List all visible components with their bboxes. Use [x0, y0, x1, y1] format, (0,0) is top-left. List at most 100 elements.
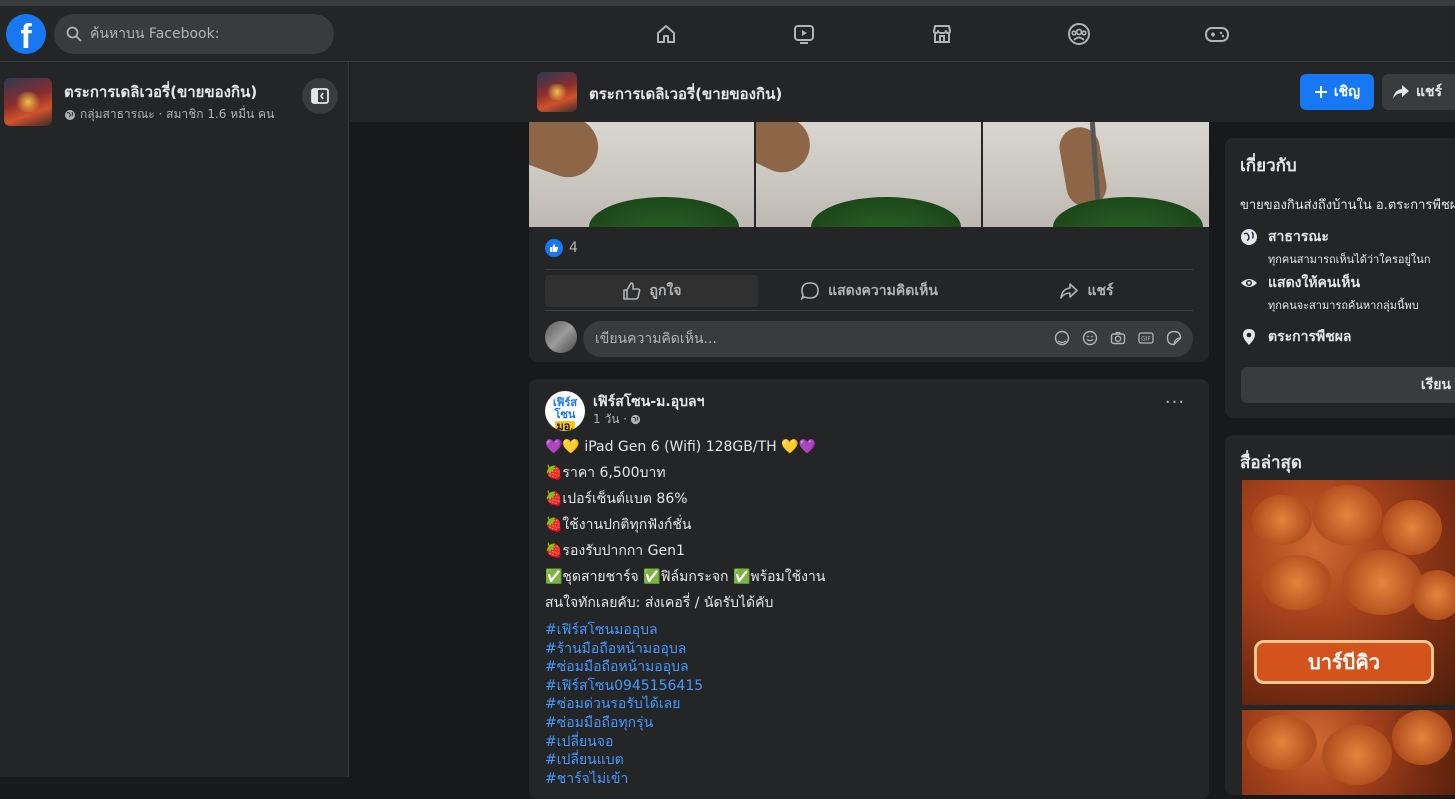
hashtag-link[interactable]: #ซ่อมมือถือทุกรุ่น — [545, 714, 1193, 733]
post-body: 💜💛 iPad Gen 6 (Wifi) 128GB/TH 💛💜 🍓ราคา 6… — [545, 437, 1193, 788]
globe-icon — [65, 109, 75, 120]
like-button[interactable]: ถูกใจ — [545, 275, 758, 307]
privacy-desc: ทุกคนสามารถเห็นได้ว่าใครอยู่ในก — [1268, 253, 1431, 266]
group-header-title: ตระการเดลิเวอรี่(ขายของกิน) — [589, 85, 783, 103]
media-thumbnail[interactable]: บาร์บีคิว — [1242, 480, 1455, 705]
recent-media-heading: สื่อล่าสุด — [1240, 453, 1302, 473]
avatar-sticker-icon[interactable] — [1053, 329, 1071, 347]
facebook-logo[interactable]: f — [6, 14, 46, 54]
groups-icon[interactable] — [1065, 20, 1093, 48]
hand-shape — [529, 122, 607, 186]
comment-label: แสดงความคิดเห็น — [828, 283, 938, 299]
hashtag-link[interactable]: #ชาร์จไม่เข้า — [545, 770, 1193, 789]
comment-bubble-icon — [800, 282, 819, 301]
post-line: 💜💛 iPad Gen 6 (Wifi) 128GB/TH 💛💜 — [545, 439, 816, 455]
share-action-label: แชร์ — [1087, 283, 1114, 299]
comment-placeholder: เขียนความคิดเห็น... — [595, 331, 717, 347]
like-reaction-icon — [545, 239, 563, 257]
food-shape — [1262, 555, 1332, 610]
food-shape — [1252, 495, 1312, 545]
sidebar-toggle-icon — [311, 88, 329, 104]
food-shape — [1312, 485, 1382, 545]
hashtag-link[interactable]: #ซ่อมมือถือหน้ามออุบล — [545, 658, 1193, 677]
comment-button[interactable]: แสดงความคิดเห็น — [758, 275, 980, 307]
gaming-icon[interactable] — [1203, 20, 1231, 48]
hashtag-link[interactable]: #เฟิร์สโซน0945156415 — [545, 677, 1193, 696]
visibility-desc: ทุกคนจะสามารถค้นหากลุ่มนี้พบ — [1268, 299, 1419, 312]
recent-media-card: สื่อล่าสุด บาร์บีคิว — [1225, 435, 1455, 795]
svg-text:GIF: GIF — [1141, 336, 1151, 343]
privacy-info: สาธารณะ ทุกคนสามารถเห็นได้ว่าใครอยู่ในก — [1240, 226, 1430, 268]
food-shape — [1412, 570, 1455, 620]
post-line: 🍓ราคา 6,500บาท — [545, 465, 666, 481]
gif-icon[interactable]: GIF — [1137, 329, 1155, 347]
share-group-button[interactable]: แชร์ — [1382, 74, 1455, 110]
bbq-sign: บาร์บีคิว — [1254, 640, 1434, 684]
hashtag-link[interactable]: #ร้านมือถือหน้ามออุบล — [545, 640, 1193, 659]
plus-icon — [1314, 86, 1327, 98]
about-heading: เกี่ยวกับ — [1240, 156, 1297, 176]
post-options-button[interactable]: ··· — [1163, 394, 1187, 419]
search-input[interactable] — [90, 26, 310, 42]
share-button[interactable]: แชร์ — [980, 275, 1193, 307]
hashtag-link[interactable]: #เปลี่ยนจอ — [545, 733, 1193, 752]
post-meta: 1 วัน · — [593, 410, 641, 429]
food-shape — [1342, 550, 1422, 615]
public-globe-icon — [630, 414, 641, 425]
marketplace-icon[interactable] — [928, 20, 956, 48]
location-name[interactable]: ตระการพืชผล — [1268, 326, 1352, 348]
eye-icon — [1241, 279, 1257, 287]
hashtag-link[interactable]: #เปลี่ยนแบต — [545, 751, 1193, 770]
sticker-icon[interactable] — [1165, 329, 1183, 347]
post-line: ✅ชุดสายชาร์จ ✅ฟิล์มกระจก ✅พร้อมใช้งาน — [545, 569, 826, 585]
hashtag-link[interactable]: #ซ่อมด่วนรอรับได้เลย — [545, 695, 1193, 714]
post-photo[interactable] — [983, 122, 1209, 227]
post-photo[interactable] — [756, 122, 981, 227]
share-label: แชร์ — [1416, 84, 1443, 100]
visibility-info: แสดงให้คนเห็น ทุกคนจะสามารถค้นหากลุ่มนี้… — [1240, 272, 1419, 314]
comment-tools: GIF — [1053, 329, 1183, 347]
collapse-sidebar-button[interactable] — [302, 78, 338, 114]
group-title[interactable]: ตระการเดลิเวอรี่(ขายของกิน) — [64, 80, 257, 104]
camera-icon[interactable] — [1109, 329, 1127, 347]
post-time[interactable]: 1 วัน · — [593, 410, 627, 429]
home-icon[interactable] — [652, 20, 680, 48]
watch-icon[interactable] — [790, 20, 818, 48]
divider — [545, 269, 1193, 270]
page-avatar[interactable]: เฟิร์สโซน มอ. — [545, 391, 585, 431]
about-description: ขายของกินส่งถึงบ้านใน อ.ตระการพืชผ — [1240, 198, 1455, 213]
post-line: สนใจทักเลยคับ: ส่งเคอรี่ / นัดรับได้คับ — [545, 595, 774, 611]
divider — [545, 310, 1193, 311]
post-card: 4 ถูกใจ แสดงความคิดเห็น แชร์ เขียนความคิ… — [529, 122, 1209, 362]
hand-shape — [1056, 124, 1110, 210]
group-header-bar: ตระการเดลิเวอรี่(ขายของกิน) เชิญ แชร์ — [350, 62, 1455, 122]
leaf-shape — [589, 197, 739, 227]
left-sidebar: ตระการเดลิเวอรี่(ขายของกิน) กลุ่มสาธารณะ… — [0, 62, 349, 777]
reaction-count: 4 — [569, 240, 578, 256]
hashtag-link[interactable]: #เฟิร์สโซนมออุบล — [545, 621, 1193, 640]
search-box[interactable] — [54, 14, 334, 54]
user-avatar[interactable] — [545, 321, 577, 353]
location-info: ตระการพืชผล — [1240, 326, 1352, 348]
globe-icon — [1241, 229, 1257, 245]
privacy-title: สาธารณะ — [1268, 229, 1329, 245]
group-cover-thumbnail[interactable] — [4, 78, 52, 126]
visibility-title: แสดงให้คนเห็น — [1268, 275, 1361, 291]
share-icon — [1060, 283, 1079, 299]
leaf-shape — [811, 197, 961, 227]
post-photo[interactable] — [529, 122, 754, 227]
learn-more-button[interactable]: เรียน — [1241, 367, 1455, 403]
comment-input[interactable]: เขียนความคิดเห็น... GIF — [583, 321, 1193, 357]
media-thumbnail[interactable] — [1242, 710, 1455, 795]
emoji-icon[interactable] — [1081, 329, 1099, 347]
thumbs-up-icon — [622, 282, 640, 300]
reaction-summary[interactable]: 4 — [545, 239, 578, 257]
about-card: เกี่ยวกับ ขายของกินส่งถึงบ้านใน อ.ตระการ… — [1225, 138, 1455, 418]
post-line: 🍓รองรับปากกา Gen1 — [545, 543, 685, 559]
search-icon — [66, 26, 82, 42]
post-line: 🍓ใช้งานปกติทุกฟังก์ชั่น — [545, 517, 692, 533]
invite-button[interactable]: เชิญ — [1300, 74, 1374, 110]
group-meta-text: กลุ่มสาธารณะ · สมาชิก 1.6 หมื่น คน — [80, 107, 275, 121]
food-shape — [1392, 710, 1452, 765]
post-card: เฟิร์สโซน มอ. เฟิร์สโซน-ม.อุบลฯ 1 วัน · ·… — [529, 379, 1209, 799]
